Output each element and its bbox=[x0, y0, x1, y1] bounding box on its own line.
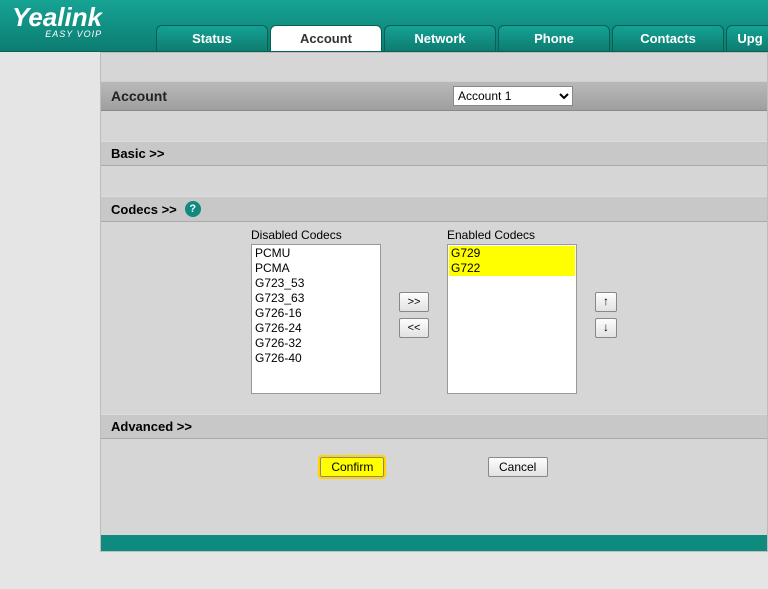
account-header-label: Account bbox=[111, 88, 167, 104]
enabled-codecs-label: Enabled Codecs bbox=[447, 228, 577, 242]
list-item[interactable]: G726-40 bbox=[253, 351, 379, 366]
advanced-section-toggle[interactable]: Advanced >> bbox=[101, 414, 767, 439]
confirm-button[interactable]: Confirm bbox=[320, 457, 384, 477]
move-right-button[interactable]: >> bbox=[399, 292, 429, 312]
list-item[interactable]: G726-24 bbox=[253, 321, 379, 336]
move-buttons: >> << bbox=[399, 292, 429, 338]
list-item[interactable]: PCMU bbox=[253, 246, 379, 261]
move-left-button[interactable]: << bbox=[399, 318, 429, 338]
account-select[interactable]: Account 1 bbox=[453, 86, 573, 106]
spacer bbox=[101, 166, 767, 196]
footer-bar bbox=[101, 535, 767, 551]
account-header-row: Account Account 1 bbox=[101, 81, 767, 111]
tab-network[interactable]: Network bbox=[384, 25, 496, 51]
codecs-label: Codecs >> bbox=[111, 202, 177, 217]
codecs-section-toggle[interactable]: Codecs >> ? bbox=[101, 196, 767, 222]
advanced-label: Advanced >> bbox=[111, 419, 192, 434]
basic-section-toggle[interactable]: Basic >> bbox=[101, 141, 767, 166]
content-panel: Account Account 1 Basic >> Codecs >> ? D… bbox=[100, 52, 768, 552]
disabled-column: Disabled Codecs PCMUPCMAG723_53G723_63G7… bbox=[251, 228, 381, 394]
list-item[interactable]: G726-32 bbox=[253, 336, 379, 351]
list-item[interactable]: G722 bbox=[449, 261, 575, 276]
move-up-button[interactable]: ↑ bbox=[595, 292, 617, 312]
list-item[interactable]: PCMA bbox=[253, 261, 379, 276]
help-icon[interactable]: ? bbox=[185, 201, 201, 217]
enabled-column: Enabled Codecs G729G722 bbox=[447, 228, 577, 394]
tab-upg[interactable]: Upg bbox=[726, 25, 768, 51]
spacer bbox=[101, 111, 767, 141]
codecs-body: Disabled Codecs PCMUPCMAG723_53G723_63G7… bbox=[101, 222, 767, 414]
tab-phone[interactable]: Phone bbox=[498, 25, 610, 51]
cancel-button[interactable]: Cancel bbox=[488, 457, 548, 477]
enabled-codecs-list[interactable]: G729G722 bbox=[447, 244, 577, 394]
list-item[interactable]: G723_53 bbox=[253, 276, 379, 291]
button-row: Confirm Cancel bbox=[101, 439, 767, 495]
list-item[interactable]: G726-16 bbox=[253, 306, 379, 321]
disabled-codecs-list[interactable]: PCMUPCMAG723_53G723_63G726-16G726-24G726… bbox=[251, 244, 381, 394]
order-buttons: ↑ ↓ bbox=[595, 292, 617, 338]
list-item[interactable]: G723_63 bbox=[253, 291, 379, 306]
tab-status[interactable]: Status bbox=[156, 25, 268, 51]
top-bar: Yealink EASY VOIP StatusAccountNetworkPh… bbox=[0, 0, 768, 52]
logo: Yealink EASY VOIP bbox=[12, 2, 102, 39]
move-down-button[interactable]: ↓ bbox=[595, 318, 617, 338]
tab-contacts[interactable]: Contacts bbox=[612, 25, 724, 51]
basic-label: Basic >> bbox=[111, 146, 165, 161]
disabled-codecs-label: Disabled Codecs bbox=[251, 228, 381, 242]
page: Account Account 1 Basic >> Codecs >> ? D… bbox=[0, 52, 768, 552]
nav-tabs: StatusAccountNetworkPhoneContactsUpg bbox=[156, 25, 768, 51]
tab-account[interactable]: Account bbox=[270, 25, 382, 51]
list-item[interactable]: G729 bbox=[449, 246, 575, 261]
